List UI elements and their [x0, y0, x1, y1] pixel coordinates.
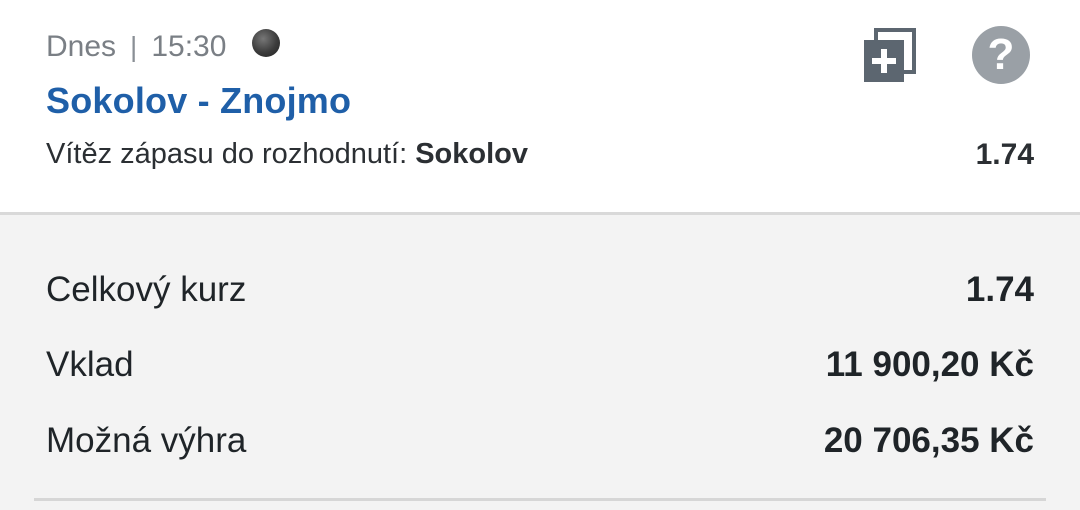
bet-detail-card: Dnes | 15:30 Sokolov - Znojmo Vítěz zápa… — [0, 0, 1080, 212]
possible-win-value: 20 706,35 Kč — [823, 421, 1034, 460]
help-icon[interactable]: ? — [972, 26, 1030, 84]
meta-separator: | — [130, 31, 138, 62]
summary-row-total-odds: Celkový kurz 1.74 — [46, 268, 1034, 312]
summary-row-possible-win: Možná výhra 20 706,35 Kč — [46, 419, 1034, 463]
event-meta: Dnes | 15:30 — [46, 27, 281, 67]
bottom-divider — [34, 498, 1046, 501]
event-day: Dnes — [46, 30, 117, 63]
total-odds-label: Celkový kurz — [46, 270, 247, 309]
selection-odds: 1.74 — [975, 138, 1034, 171]
stake-label: Vklad — [46, 345, 134, 384]
add-to-betslip-icon[interactable] — [862, 28, 916, 84]
market-label: Vítěz zápasu do rozhodnutí: — [46, 138, 408, 170]
total-odds-value: 1.74 — [965, 270, 1034, 309]
selected-team: Sokolov — [415, 138, 529, 170]
event-time: 15:30 — [151, 30, 227, 63]
possible-win-label: Možná výhra — [46, 421, 247, 460]
stake-value: 11 900,20 Kč — [825, 345, 1034, 384]
summary-row-stake: Vklad 11 900,20 Kč — [46, 343, 1034, 387]
live-status-dot-icon — [252, 29, 281, 57]
match-title-link[interactable]: Sokolov - Znojmo — [46, 80, 351, 122]
bet-selection: Vítěz zápasu do rozhodnutí: Sokolov — [46, 138, 528, 171]
